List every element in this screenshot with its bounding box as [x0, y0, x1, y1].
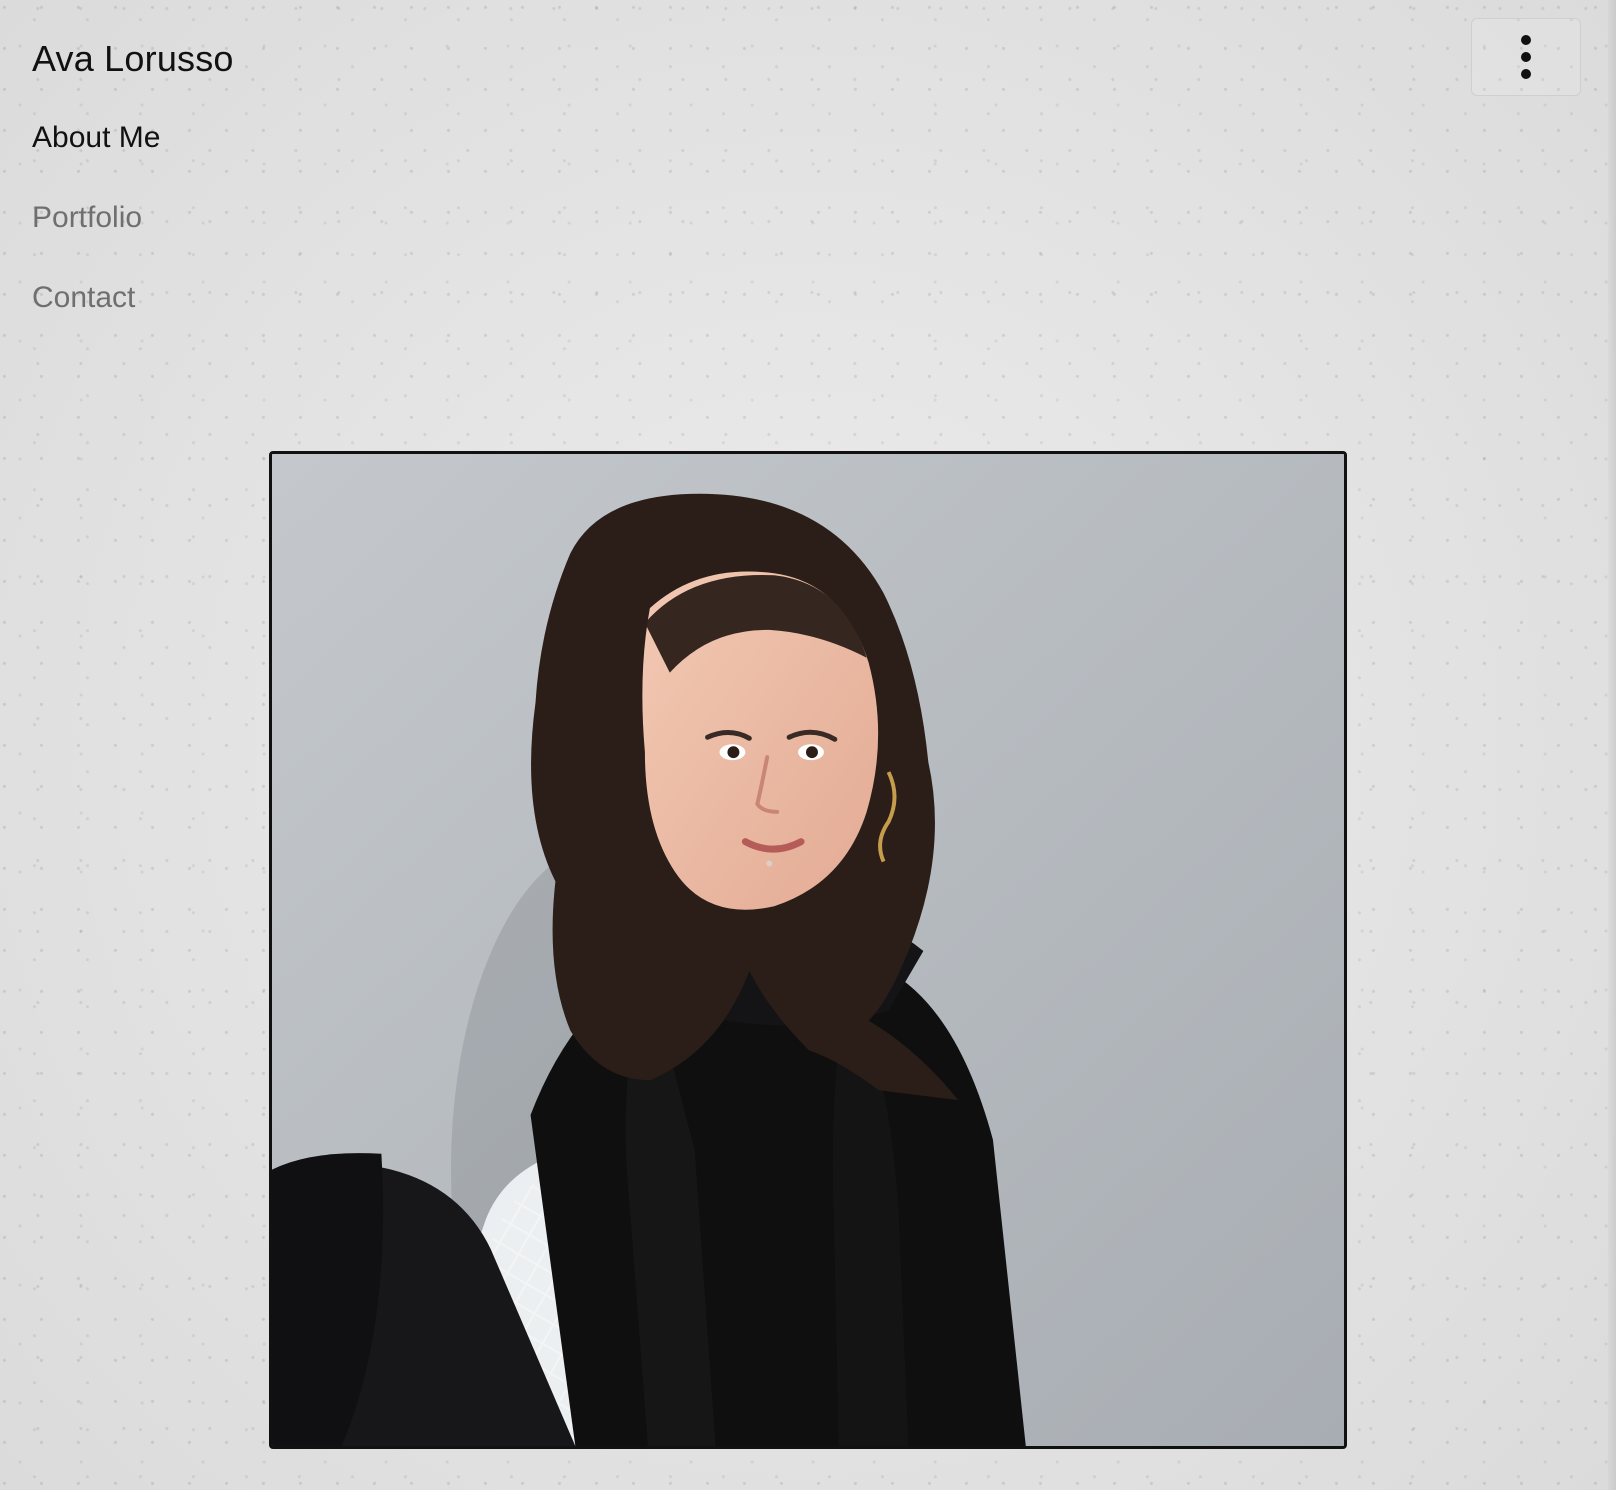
nav-item-contact: Contact — [32, 278, 160, 358]
profile-photo — [269, 451, 1347, 1449]
nav-item-portfolio: Portfolio — [32, 198, 160, 278]
more-vertical-icon — [1521, 35, 1531, 45]
main-navigation: About Me Portfolio Contact — [32, 118, 160, 358]
more-options-button[interactable] — [1471, 18, 1581, 96]
more-vertical-icon-dot — [1521, 69, 1531, 79]
nav-item-about: About Me — [32, 118, 160, 198]
nav-link-about-me[interactable]: About Me — [32, 118, 160, 158]
profile-photo-illustration — [272, 454, 1344, 1446]
more-vertical-icon-dot — [1521, 52, 1531, 62]
nav-link-portfolio[interactable]: Portfolio — [32, 198, 142, 238]
site-title[interactable]: Ava Lorusso — [32, 38, 234, 80]
nav-link-contact[interactable]: Contact — [32, 278, 135, 318]
page-edge-shadow — [1608, 0, 1616, 1490]
